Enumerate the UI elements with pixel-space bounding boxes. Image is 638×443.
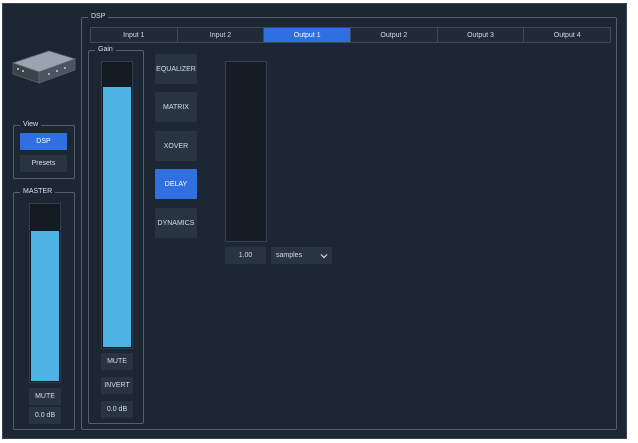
gain-mute-button[interactable]: MUTE (101, 353, 133, 370)
master-group: MASTER MUTE 0.0 dB (13, 186, 75, 430)
tab-output-2[interactable]: Output 2 (351, 28, 438, 42)
gain-group-title: Gain (95, 44, 116, 56)
equalizer-label: EQUALIZER (156, 65, 196, 73)
dsp-app-window: View DSP Presets MASTER MUTE 0.0 dB DSP … (2, 3, 627, 439)
view-group: View DSP Presets (13, 119, 75, 179)
tab-input-2[interactable]: Input 2 (177, 28, 265, 42)
amplifier-device-icon (11, 50, 77, 84)
gain-mute-label: MUTE (107, 358, 127, 365)
dsp-group-title: DSP (88, 11, 109, 23)
view-dsp-button[interactable]: DSP (20, 133, 67, 150)
delay-slider-track[interactable] (225, 61, 267, 242)
tab-output-2-label: Output 2 (380, 31, 408, 39)
equalizer-button[interactable]: EQUALIZER (155, 54, 197, 84)
delay-button[interactable]: DELAY (155, 169, 197, 199)
gain-level-meter[interactable] (101, 61, 133, 349)
tab-output-4[interactable]: Output 4 (524, 28, 611, 42)
tab-input-2-label: Input 2 (209, 31, 232, 39)
master-value-field[interactable]: 0.0 dB (29, 407, 61, 424)
delay-label: DELAY (164, 180, 188, 188)
gain-level-fill (103, 86, 131, 347)
tab-output-3[interactable]: Output 3 (437, 28, 525, 42)
tab-output-1-label: Output 1 (293, 31, 321, 39)
xover-button[interactable]: XOVER (155, 131, 197, 161)
matrix-button[interactable]: MATRIX (155, 92, 197, 122)
chevron-down-icon (320, 253, 328, 258)
view-presets-label: Presets (31, 160, 56, 167)
delay-value-text: 1.00 (238, 252, 253, 259)
gain-value-field[interactable]: 0.0 dB (101, 401, 133, 418)
dynamics-label: DYNAMICS (157, 219, 195, 227)
dynamics-button[interactable]: DYNAMICS (155, 208, 197, 238)
delay-value-field[interactable]: 1.00 (225, 247, 266, 264)
xover-label: XOVER (163, 142, 189, 150)
gain-invert-label: INVERT (104, 382, 130, 389)
matrix-label: MATRIX (163, 103, 189, 111)
gain-group: Gain MUTE INVERT 0.0 dB (88, 44, 144, 424)
tab-output-1[interactable]: Output 1 (264, 28, 352, 42)
master-group-title: MASTER (20, 186, 56, 198)
gain-invert-button[interactable]: INVERT (101, 377, 133, 394)
master-value-text: 0.0 dB (34, 412, 56, 419)
tab-input-1-label: Input 1 (123, 31, 145, 39)
delay-unit-text: samples (276, 252, 303, 259)
tab-output-4-label: Output 4 (553, 31, 581, 39)
channel-tabs: Input 1 Input 2 Output 1 Output 2 Output… (90, 27, 611, 43)
view-group-title: View (20, 119, 42, 131)
gain-value-text: 0.0 dB (106, 406, 128, 413)
view-dsp-label: DSP (36, 138, 51, 145)
master-level-fill (31, 231, 59, 381)
master-mute-button[interactable]: MUTE (29, 388, 61, 405)
master-level-meter[interactable] (29, 203, 61, 383)
delay-unit-select[interactable]: samples (271, 247, 332, 264)
tab-output-3-label: Output 3 (467, 31, 494, 39)
tab-input-1[interactable]: Input 1 (91, 28, 178, 42)
view-presets-button[interactable]: Presets (20, 155, 67, 172)
master-mute-label: MUTE (35, 393, 55, 400)
